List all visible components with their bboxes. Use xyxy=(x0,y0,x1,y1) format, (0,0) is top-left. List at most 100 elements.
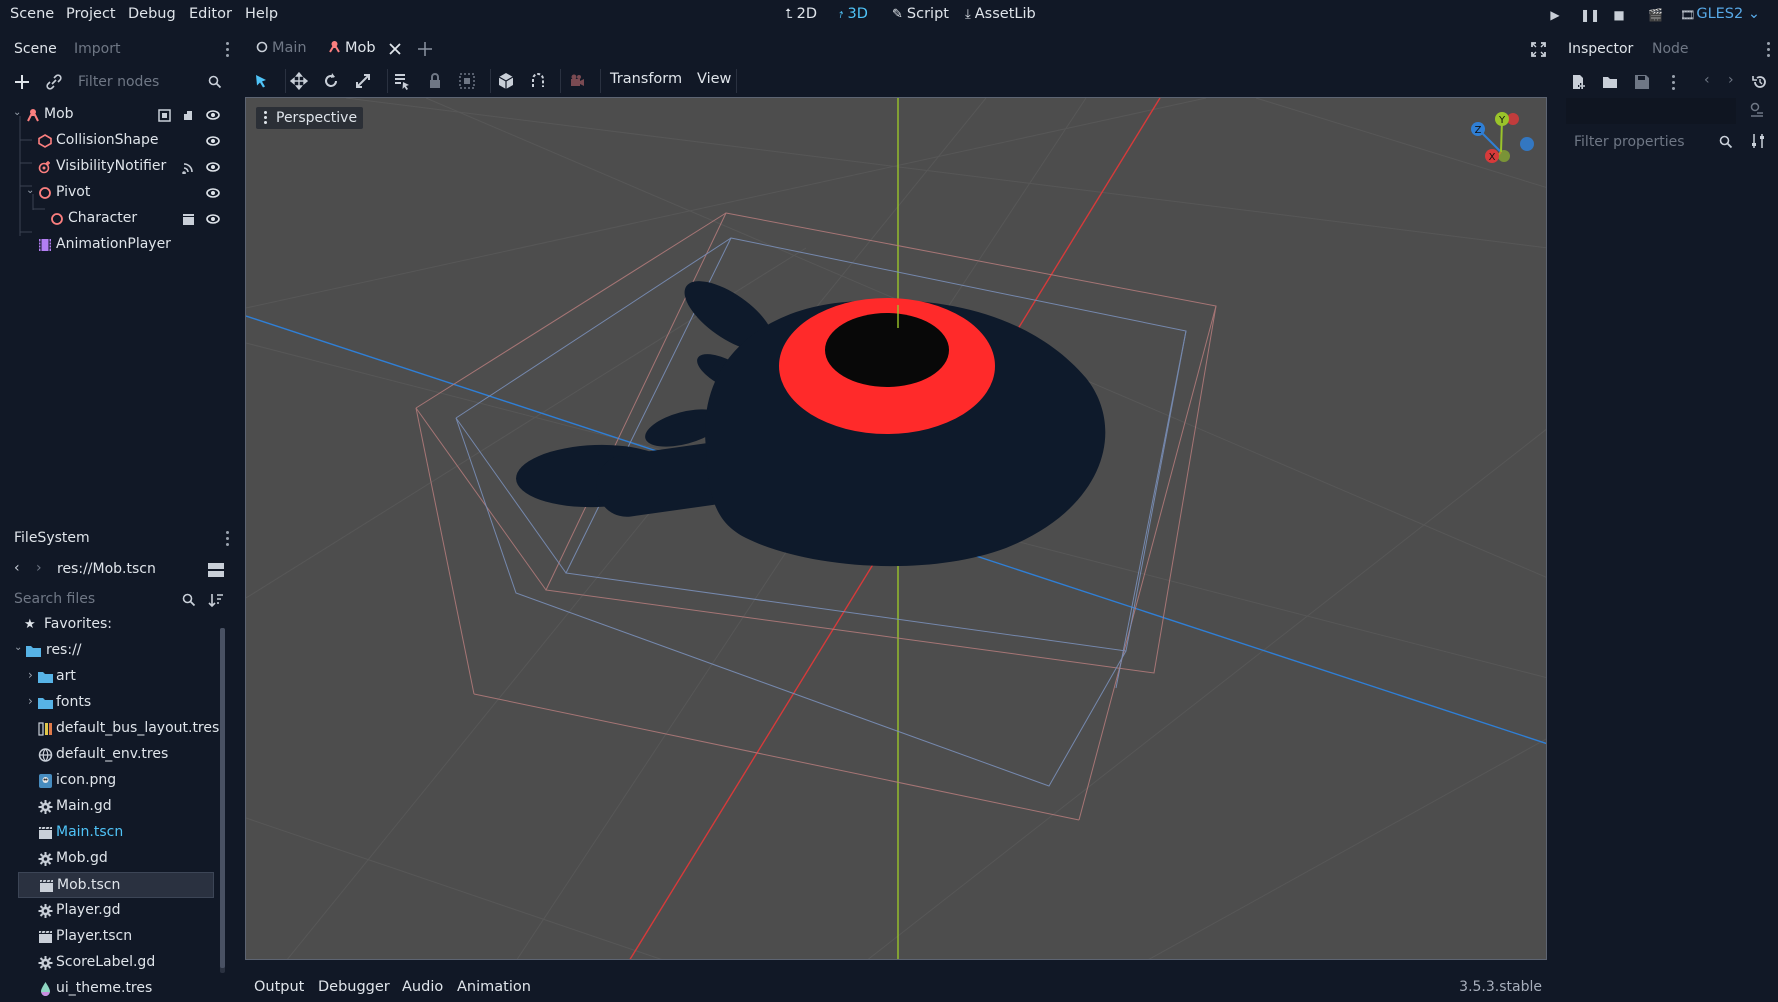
file-row[interactable]: default_env.tres xyxy=(18,742,214,768)
signals-icon[interactable] xyxy=(182,161,195,174)
select-mode-icon[interactable] xyxy=(252,72,270,90)
property-tools-icon[interactable] xyxy=(1750,133,1766,149)
close-icon[interactable] xyxy=(389,43,401,55)
chevron-right-icon[interactable]: › xyxy=(28,668,33,682)
tab-scene[interactable]: Scene xyxy=(14,41,57,57)
file-row[interactable]: Player.gd xyxy=(18,898,214,924)
new-resource-icon[interactable] xyxy=(1570,74,1586,90)
menu-debug[interactable]: Debug xyxy=(128,6,176,22)
play-scene-icon[interactable]: 🎬 xyxy=(1648,8,1663,22)
snap-icon[interactable] xyxy=(529,72,547,90)
file-label: Player.gd xyxy=(56,902,121,918)
file-label: art xyxy=(56,668,76,684)
resource-menu-icon[interactable] xyxy=(1672,75,1675,90)
orientation-gizmo[interactable]: Z Y X xyxy=(1466,106,1546,176)
file-row[interactable]: default_bus_layout.tres xyxy=(18,716,219,742)
group-icon[interactable] xyxy=(158,109,171,122)
play-custom-scene-icon[interactable]: 🎞 xyxy=(1680,8,1695,22)
file-row[interactable]: ScoreLabel.gd xyxy=(18,950,214,976)
history-back-icon[interactable]: ‹ xyxy=(14,560,20,576)
workspace-assetlib-button[interactable]: ⤓ AssetLib xyxy=(965,6,1036,22)
visibility-eye-icon[interactable] xyxy=(206,161,220,173)
add-tab-icon[interactable] xyxy=(418,42,432,56)
file-row[interactable]: Mob.tscn xyxy=(18,872,214,898)
lock-icon[interactable] xyxy=(426,72,444,90)
split-mode-icon[interactable] xyxy=(208,563,224,577)
folder-row[interactable]: › fonts xyxy=(18,690,214,716)
visibility-eye-icon[interactable] xyxy=(206,213,220,225)
history-forward-icon[interactable]: › xyxy=(36,560,42,576)
bottom-tab-animation[interactable]: Animation xyxy=(457,979,531,995)
move-mode-icon[interactable] xyxy=(290,72,308,90)
file-row[interactable]: Main.gd xyxy=(18,794,214,820)
object-properties-icon[interactable] xyxy=(1749,102,1765,118)
filter-properties-input[interactable]: Filter properties xyxy=(1566,129,1734,155)
toolbar-separator xyxy=(736,69,737,93)
view-menu[interactable]: View xyxy=(697,71,731,87)
file-row[interactable]: icon.png xyxy=(18,768,214,794)
chevron-right-icon[interactable]: › xyxy=(28,694,33,708)
favorites-row[interactable]: ★ Favorites: xyxy=(14,612,210,638)
file-row[interactable]: Player.tscn xyxy=(18,924,214,950)
pause-icon[interactable]: ❚❚ xyxy=(1580,8,1600,22)
scene-tab-mob[interactable]: Mob xyxy=(328,40,376,56)
file-row[interactable]: Main.tscn xyxy=(18,820,214,846)
local-space-icon[interactable] xyxy=(497,72,515,90)
perspective-menu-button[interactable]: Perspective xyxy=(256,107,364,129)
sort-icon[interactable] xyxy=(208,592,224,608)
group-icon[interactable] xyxy=(458,72,476,90)
bottom-tab-output[interactable]: Output xyxy=(254,979,304,995)
favorites-label: Favorites: xyxy=(44,616,112,632)
save-resource-icon[interactable] xyxy=(1634,74,1650,90)
open-resource-icon[interactable] xyxy=(1602,74,1618,90)
history-forward-icon[interactable]: › xyxy=(1728,72,1734,88)
filesystem-scrollbar-thumb[interactable] xyxy=(220,628,225,968)
menu-editor[interactable]: Editor xyxy=(189,6,232,22)
object-selector[interactable] xyxy=(1566,98,1736,124)
scene-dock-menu-icon[interactable] xyxy=(226,42,229,57)
menu-help[interactable]: Help xyxy=(245,6,278,22)
filesystem-scrollbar[interactable] xyxy=(220,628,225,973)
history-back-icon[interactable]: ‹ xyxy=(1704,72,1710,88)
distraction-free-icon[interactable] xyxy=(1531,42,1546,57)
script-attached-icon[interactable] xyxy=(182,109,194,122)
renderer-select[interactable]: GLES2 ⌄ xyxy=(1696,6,1760,22)
folder-icon xyxy=(38,672,53,683)
file-row[interactable]: ui_theme.tres xyxy=(18,976,214,1002)
bottom-tab-debugger[interactable]: Debugger xyxy=(318,979,390,995)
visibility-eye-icon[interactable] xyxy=(206,109,220,121)
bottom-tab-audio[interactable]: Audio xyxy=(402,979,443,995)
play-icon[interactable]: ▶ xyxy=(1548,8,1562,22)
visibility-eye-icon[interactable] xyxy=(206,135,220,147)
transform-menu[interactable]: Transform xyxy=(610,71,682,87)
filesystem-menu-icon[interactable] xyxy=(226,531,229,546)
list-select-icon[interactable] xyxy=(393,72,411,90)
workspace-3d-button[interactable]: ⭎ 3D xyxy=(839,6,868,22)
scene-tab-main[interactable]: Main xyxy=(256,40,307,56)
inspector-menu-icon[interactable] xyxy=(1767,42,1770,57)
filesystem-path[interactable]: res://Mob.tscn xyxy=(57,561,156,577)
filter-nodes-input[interactable]: Filter nodes xyxy=(70,69,230,95)
tab-node[interactable]: Node xyxy=(1652,41,1689,57)
tab-inspector[interactable]: Inspector xyxy=(1568,41,1633,57)
rotate-mode-icon[interactable] xyxy=(322,72,340,90)
add-node-icon[interactable] xyxy=(14,74,30,90)
tab-import[interactable]: Import xyxy=(74,41,120,57)
menu-project[interactable]: Project xyxy=(66,6,116,22)
menu-scene[interactable]: Scene xyxy=(10,6,54,22)
camera-override-icon[interactable] xyxy=(568,72,586,90)
visibility-eye-icon[interactable] xyxy=(206,187,220,199)
tree-node-label: CollisionShape xyxy=(56,132,159,148)
workspace-script-button[interactable]: ✎ Script xyxy=(892,6,949,22)
folder-row[interactable]: › art xyxy=(18,664,214,690)
root-folder-row[interactable]: ⌄ res:// xyxy=(14,638,210,664)
workspace-2d-button[interactable]: ⮤ 2D xyxy=(785,6,817,22)
file-row[interactable]: Mob.gd xyxy=(18,846,214,872)
search-files-input[interactable]: Search files xyxy=(6,586,182,612)
instance-scene-icon[interactable] xyxy=(46,74,62,90)
open-scene-icon[interactable] xyxy=(182,213,195,226)
history-icon[interactable] xyxy=(1752,74,1768,90)
stop-icon[interactable]: ■ xyxy=(1612,8,1626,22)
scale-mode-icon[interactable] xyxy=(354,72,372,90)
3d-viewport[interactable]: Perspective Z Y X xyxy=(245,97,1547,960)
